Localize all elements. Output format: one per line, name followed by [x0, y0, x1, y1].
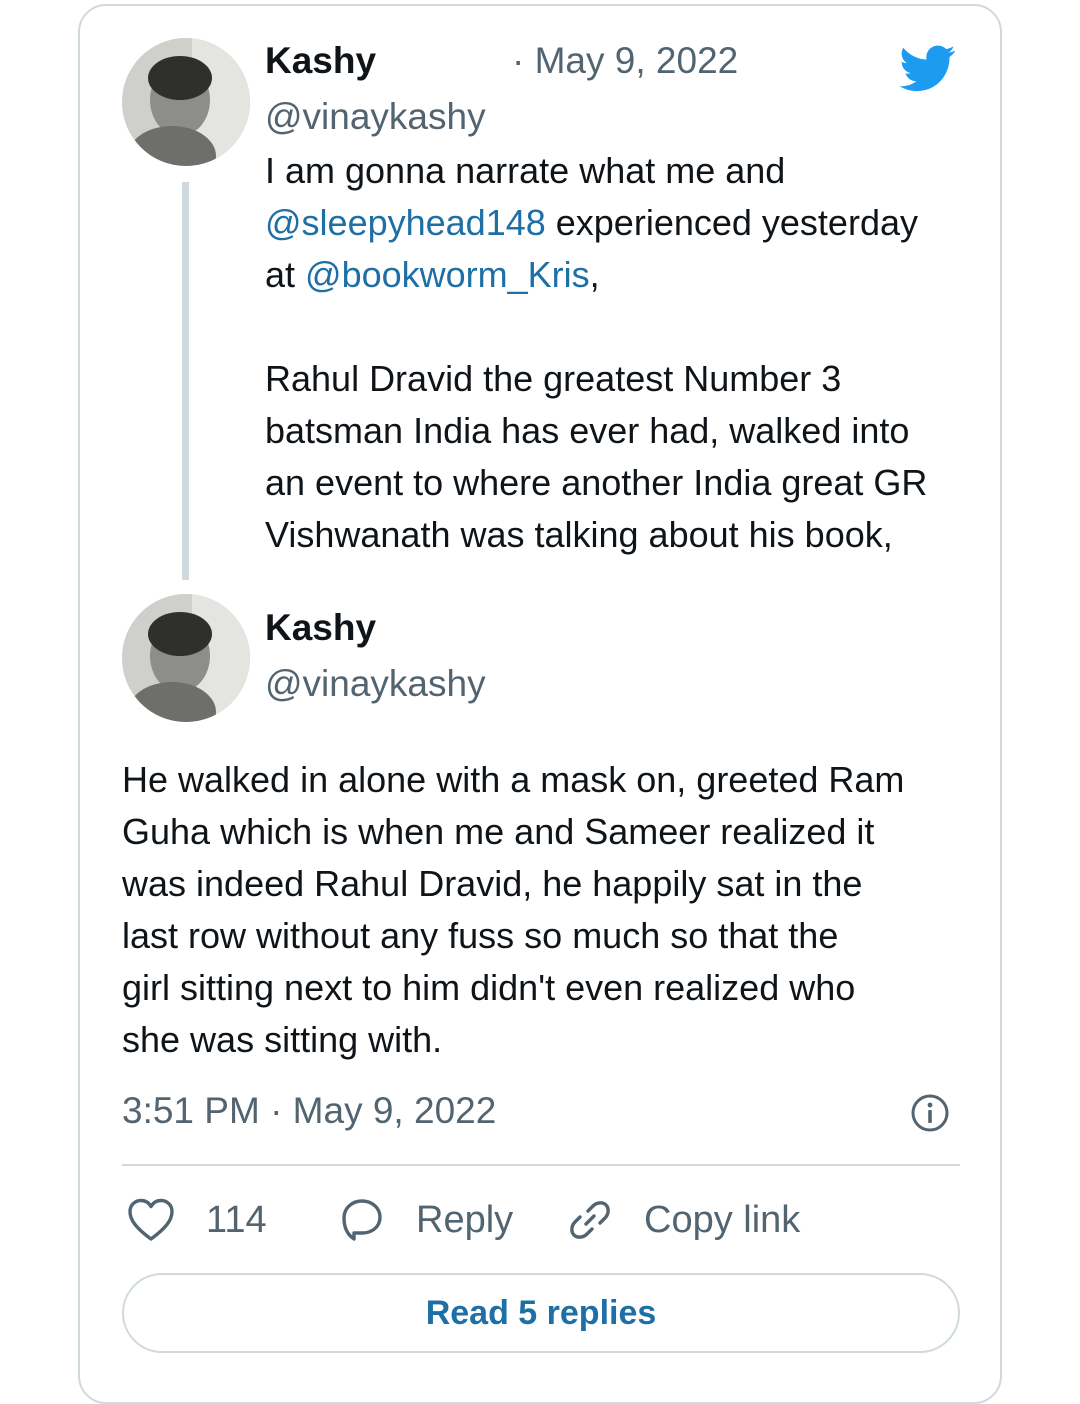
author-handle[interactable]: @vinaykashy: [265, 96, 486, 138]
tweet-text: I am gonna narrate what me and: [265, 150, 786, 191]
mention-link[interactable]: @sleepyhead148: [265, 202, 546, 243]
tweet-text-line: Guha which is when me and Sameer realize…: [122, 811, 875, 852]
tweet-text-line: @sleepyhead148 experienced yesterday: [265, 197, 918, 249]
tweet-text-line: she was sitting with.: [122, 1019, 443, 1060]
tweet-timestamp[interactable]: 3:51 PM · May 9, 2022: [122, 1090, 496, 1132]
reply-label: Reply: [416, 1198, 514, 1241]
tweet-text-line: I am gonna narrate what me and: [265, 145, 785, 197]
author-handle[interactable]: @vinaykashy: [265, 663, 486, 705]
read-replies-label: Read 5 replies: [425, 1293, 657, 1332]
tweet-text: ,: [589, 254, 600, 295]
tweet-text-line: Vishwanath was talking about his book,: [265, 514, 893, 555]
like-count: 114: [206, 1198, 267, 1241]
avatar[interactable]: [122, 594, 250, 722]
heart-icon: [128, 1198, 174, 1241]
divider: [122, 1164, 960, 1166]
tweet-text: experienced yesterday: [545, 202, 918, 243]
twitter-bird-icon[interactable]: [896, 40, 960, 96]
tweet-text-line: at @bookworm_Kris,: [265, 249, 600, 301]
tweet-text: at: [265, 254, 306, 295]
like-button[interactable]: 114: [126, 1192, 267, 1248]
link-icon: [570, 1201, 610, 1239]
tweet-text-line: girl sitting next to him didn't even rea…: [122, 967, 856, 1008]
tweet-text-line: He walked in alone with a mask on, greet…: [122, 759, 905, 800]
tweet-text-line: Rahul Dravid the greatest Number 3: [265, 358, 842, 399]
copy-link-label: Copy link: [644, 1198, 801, 1241]
tweet-text-line: was indeed Rahul Dravid, he happily sat …: [122, 863, 863, 904]
speech-bubble-icon: [342, 1199, 382, 1241]
thread-connector-line: [182, 182, 189, 580]
author-name[interactable]: Kashy: [265, 607, 376, 649]
author-name[interactable]: Kashy: [265, 40, 376, 82]
info-icon[interactable]: [910, 1093, 950, 1133]
tweet-text-line: an event to where another India great GR: [265, 462, 928, 503]
tweet-text-line: batsman India has ever had, walked into: [265, 410, 910, 451]
copy-link-button[interactable]: Copy link: [566, 1192, 800, 1248]
reply-button[interactable]: Reply: [338, 1192, 513, 1248]
avatar[interactable]: [122, 38, 250, 166]
mention-link[interactable]: @bookworm_Kris: [305, 254, 590, 295]
tweet-date[interactable]: · May 9, 2022: [512, 40, 738, 82]
tweet-text-line: last row without any fuss so much so tha…: [122, 915, 839, 956]
read-replies-button[interactable]: Read 5 replies: [122, 1273, 960, 1353]
